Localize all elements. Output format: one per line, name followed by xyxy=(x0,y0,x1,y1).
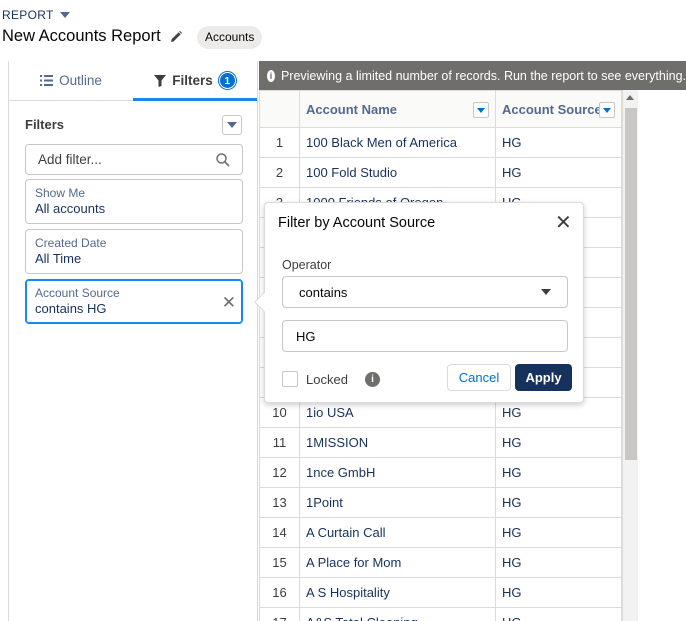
tab-filters[interactable]: Filters 1 xyxy=(133,61,257,101)
row-number-cell: 16 xyxy=(259,577,300,608)
table-row[interactable]: 1 100 Black Men of America HG xyxy=(259,127,622,158)
table-row[interactable]: 12 1nce GmbH HG xyxy=(259,457,622,488)
account-name-cell[interactable]: 1Point xyxy=(299,487,496,518)
account-source-cell: HG xyxy=(495,457,622,488)
report-title: New Accounts Report xyxy=(2,27,161,45)
cancel-button[interactable]: Cancel xyxy=(447,364,511,391)
tab-outline[interactable]: Outline xyxy=(9,61,133,100)
report-type-badge: Accounts xyxy=(197,26,263,49)
filter-value-input[interactable]: HG xyxy=(282,320,568,352)
account-name-cell[interactable]: A Place for Mom xyxy=(299,547,496,578)
column-menu-button[interactable] xyxy=(473,102,489,118)
chevron-down-icon xyxy=(227,122,237,128)
panel-tabs: Outline Filters 1 xyxy=(9,61,257,101)
row-number-header xyxy=(259,90,300,128)
table-row[interactable]: 15 A Place for Mom HG xyxy=(259,547,622,578)
filter-value: All Time xyxy=(35,251,82,266)
filter-label: Account Source xyxy=(35,286,120,300)
add-filter-search[interactable]: Add filter... xyxy=(25,144,243,175)
tab-filters-label: Filters xyxy=(172,73,213,88)
report-title-row: New Accounts Report xyxy=(2,27,183,46)
scroll-up-icon[interactable] xyxy=(626,95,634,100)
pencil-icon[interactable] xyxy=(169,30,183,44)
table-row[interactable]: 14 A Curtain Call HG xyxy=(259,517,622,548)
locked-checkbox[interactable] xyxy=(282,371,298,387)
filter-show-me[interactable]: Show Me All accounts xyxy=(25,179,243,224)
tab-outline-label: Outline xyxy=(59,73,102,88)
column-header-account-source[interactable]: Account Source xyxy=(495,90,622,128)
account-source-cell: HG xyxy=(495,607,622,621)
account-source-cell: HG xyxy=(495,547,622,578)
account-name-cell[interactable]: 100 Black Men of America xyxy=(299,127,496,158)
preview-banner: i Previewing a limited number of records… xyxy=(259,61,686,90)
account-name-cell[interactable]: 1nce GmbH xyxy=(299,457,496,488)
account-source-cell: HG xyxy=(495,127,622,158)
row-number-cell: 17 xyxy=(259,607,300,621)
filter-value: contains HG xyxy=(35,301,107,316)
account-source-cell: HG xyxy=(495,157,622,188)
filter-created-date[interactable]: Created Date All Time xyxy=(25,229,243,274)
row-number-cell: 13 xyxy=(259,487,300,518)
account-source-cell: HG xyxy=(495,427,622,458)
filter-account-source[interactable]: Account Source contains HG ✕ xyxy=(25,279,243,324)
apply-button[interactable]: Apply xyxy=(515,364,572,391)
filter-value: All accounts xyxy=(35,201,106,216)
column-header-label: Account Source xyxy=(502,101,602,117)
account-name-cell[interactable]: A S Hospitality xyxy=(299,577,496,608)
filter-popover: Filter by Account Source ✕ Operator cont… xyxy=(254,202,584,403)
account-source-cell: HG xyxy=(495,517,622,548)
account-source-cell: HG xyxy=(495,487,622,518)
account-name-cell[interactable]: A Curtain Call xyxy=(299,517,496,548)
table-row[interactable]: 16 A S Hospitality HG xyxy=(259,577,622,608)
chevron-down-icon xyxy=(477,107,485,113)
scrollbar-thumb[interactable] xyxy=(625,108,637,460)
locked-label: Locked xyxy=(306,372,348,387)
account-name-cell[interactable]: A&S Total Cleaning xyxy=(299,607,496,621)
add-filter-placeholder: Add filter... xyxy=(38,152,102,167)
chevron-down-icon xyxy=(59,12,70,18)
filter-label: Created Date xyxy=(35,236,107,250)
left-panel: Outline Filters 1 Filters Add filter... … xyxy=(8,61,258,621)
close-icon[interactable]: ✕ xyxy=(555,213,572,233)
account-name-cell[interactable]: 100 Fold Studio xyxy=(299,157,496,188)
remove-filter-icon[interactable]: ✕ xyxy=(222,294,236,311)
column-header-label: Account Name xyxy=(306,101,398,117)
operator-select[interactable]: contains xyxy=(282,276,568,308)
account-source-cell: HG xyxy=(495,577,622,608)
table-row[interactable]: 17A&S Total CleaningHG xyxy=(259,607,622,621)
filters-heading: Filters xyxy=(25,117,65,132)
account-name-cell[interactable]: 1MISSION xyxy=(299,427,496,458)
row-number-cell: 2 xyxy=(259,157,300,188)
info-icon[interactable]: i xyxy=(365,372,380,387)
report-type-label: REPORT xyxy=(2,8,54,22)
preview-banner-text: Previewing a limited number of records. … xyxy=(280,68,686,83)
list-icon xyxy=(40,75,54,86)
report-type-menu[interactable]: REPORT xyxy=(2,8,70,22)
filter-label: Show Me xyxy=(35,186,86,200)
filter-value-text: HG xyxy=(296,328,316,344)
table-row[interactable]: 11 1MISSION HG xyxy=(259,427,622,458)
filters-menu-button[interactable] xyxy=(222,115,242,135)
chevron-down-icon xyxy=(541,289,551,295)
filter-count-badge: 1 xyxy=(218,72,236,89)
column-header-account-name[interactable]: Account Name xyxy=(299,90,496,128)
table-row[interactable]: 13 1Point HG xyxy=(259,487,622,518)
row-number-cell: 14 xyxy=(259,517,300,548)
column-menu-button[interactable] xyxy=(599,102,615,118)
table-header-row: Account Name Account Source xyxy=(259,90,622,128)
row-number-cell: 12 xyxy=(259,457,300,488)
table-scrollbar[interactable] xyxy=(622,90,638,621)
row-number-cell: 15 xyxy=(259,547,300,578)
operator-value: contains xyxy=(299,284,348,300)
search-icon xyxy=(216,152,230,167)
row-number-cell: 1 xyxy=(259,127,300,158)
info-icon: i xyxy=(267,69,275,82)
popover-title: Filter by Account Source xyxy=(278,215,436,231)
filter-icon xyxy=(154,74,167,87)
row-number-cell: 11 xyxy=(259,427,300,458)
chevron-down-icon xyxy=(603,107,611,113)
table-row[interactable]: 2 100 Fold Studio HG xyxy=(259,157,622,188)
operator-label: Operator xyxy=(282,258,332,272)
